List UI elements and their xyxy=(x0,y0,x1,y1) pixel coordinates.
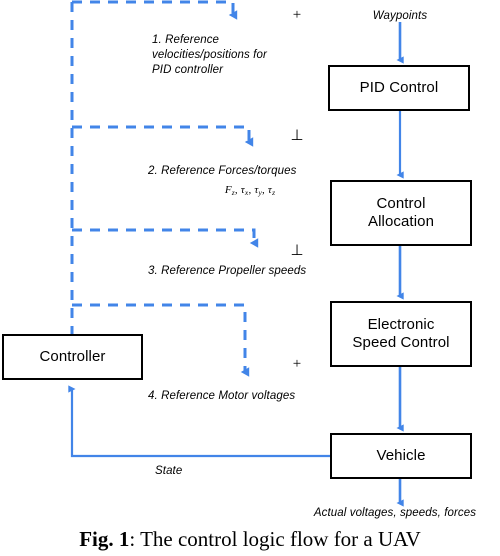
formula-tau-z-subscript: z xyxy=(272,187,276,197)
operator-symbol-perp-upper: ⊥ xyxy=(290,128,304,144)
dashed-branch-3 xyxy=(72,228,259,248)
block-vehicle-label: Vehicle xyxy=(376,446,426,464)
reference-label-3: 3. Reference Propeller speeds xyxy=(148,265,307,277)
formula-sep-2: , τ xyxy=(248,184,259,196)
signal-label-actual-outputs: Actual voltages, speeds, forces xyxy=(313,507,477,519)
reference-forces-formula: Fz, τx, τy, τz xyxy=(180,184,320,197)
block-control-allocation-label-line1: Control xyxy=(376,194,426,212)
block-vehicle[interactable]: Vehicle xyxy=(330,433,472,479)
block-esc-label-line1: Electronic xyxy=(367,315,435,333)
figure-caption: Fig. 1: The control logic flow for a UAV xyxy=(0,527,500,552)
reference-label-4: 4. Reference Motor voltages xyxy=(148,390,296,402)
dashed-branch-1 xyxy=(72,0,238,20)
block-control-allocation[interactable]: Control Allocation xyxy=(330,180,472,246)
block-pid-control[interactable]: PID Control xyxy=(328,65,470,111)
formula-sep-1: , τ xyxy=(234,184,245,196)
signal-label-state: State xyxy=(155,465,183,477)
figure-caption-separator: : xyxy=(129,527,141,551)
figure-caption-label: Fig. 1 xyxy=(79,527,130,551)
block-controller[interactable]: Controller xyxy=(2,334,143,380)
figure-container: PID Control Control Allocation Electroni… xyxy=(0,0,500,556)
block-controller-label: Controller xyxy=(39,347,106,365)
block-electronic-speed-control[interactable]: Electronic Speed Control xyxy=(330,301,472,367)
operator-symbol-plus-bottom: + xyxy=(292,356,302,372)
reference-label-1: 1. Reference velocities/positions for PI… xyxy=(152,34,267,77)
dashed-branch-2 xyxy=(72,125,254,147)
operator-symbol-plus-top: + xyxy=(292,7,302,23)
operator-symbol-perp-lower: ⊥ xyxy=(290,243,304,259)
signal-label-waypoints: Waypoints xyxy=(372,10,428,22)
block-esc-label-line2: Speed Control xyxy=(352,334,450,351)
formula-sep-3: , τ xyxy=(262,184,273,196)
figure-caption-text: The control logic flow for a UAV xyxy=(140,527,421,551)
block-pid-control-label: PID Control xyxy=(359,78,439,96)
block-control-allocation-label-line2: Allocation xyxy=(367,213,435,230)
reference-label-2: 2. Reference Forces/torques xyxy=(148,165,297,177)
formula-force-symbol: F xyxy=(224,184,232,196)
